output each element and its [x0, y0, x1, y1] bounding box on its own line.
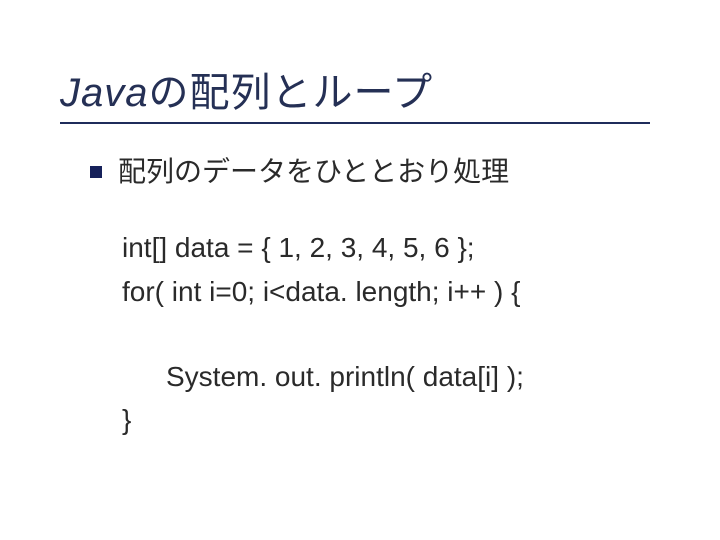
- code-blank-line: [122, 313, 670, 355]
- square-bullet-icon: [90, 166, 102, 178]
- code-line-2: for( int i=0; i<data. length; i++ ) {: [122, 270, 670, 313]
- code-line-1: int[] data = { 1, 2, 3, 4, 5, 6 };: [122, 226, 670, 269]
- slide-body: 配列のデータをひととおり処理 int[] data = { 1, 2, 3, 4…: [90, 152, 670, 442]
- title-rest-part: の配列とループ: [149, 71, 434, 115]
- code-line-4: }: [122, 398, 670, 441]
- code-block: int[] data = { 1, 2, 3, 4, 5, 6 }; for( …: [122, 226, 670, 442]
- title-italic-part: Java: [60, 71, 149, 116]
- bullet-item: 配列のデータをひととおり処理: [90, 152, 670, 191]
- slide: Javaの配列とループ 配列のデータをひととおり処理 int[] data = …: [0, 0, 720, 540]
- title-underline: Javaの配列とループ: [60, 60, 650, 124]
- slide-title: Javaの配列とループ: [60, 60, 650, 118]
- code-line-3: System. out. println( data[i] );: [122, 355, 670, 398]
- bullet-text: 配列のデータをひととおり処理: [118, 152, 509, 191]
